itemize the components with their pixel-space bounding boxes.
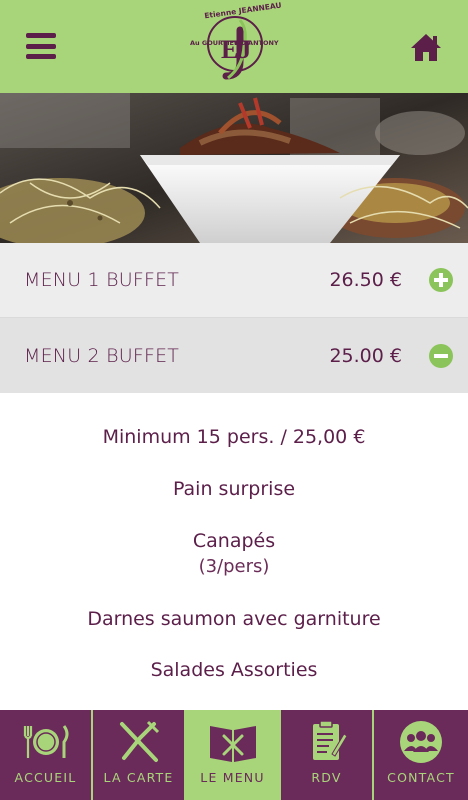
minimum-text: Minimum 15 pers. / 25,00 €	[102, 426, 366, 448]
nav-label: LA CARTE	[103, 770, 174, 785]
logo[interactable]: EJ Etienne JEANNEAU Au GOURMET D'ANTONY	[188, 1, 282, 84]
nav-label: RDV	[311, 770, 342, 785]
nav-la-carte[interactable]: LA CARTE	[93, 710, 186, 800]
bottom-nav: ACCUEIL LA CARTE LE MENU RDV CONTACT	[0, 710, 468, 800]
menu-item: Pain surprise	[172, 478, 296, 500]
contact-group-icon	[400, 721, 442, 763]
nav-contact[interactable]: CONTACT	[374, 710, 468, 800]
fork-knife-icon	[119, 720, 159, 762]
nav-label: CONTACT	[387, 770, 455, 785]
menu-book-icon	[209, 726, 256, 762]
nav-label: LE MENU	[200, 770, 265, 785]
menu-name: MENU 2 BUFFET	[24, 344, 180, 367]
menu-name: MENU 1 BUFFET	[24, 269, 180, 291]
menu-item: Darnes saumon avec garniture	[87, 608, 381, 630]
collapse-minus-icon[interactable]	[429, 343, 453, 368]
menu-row-menu-1[interactable]: MENU 1 BUFFET 26.50 €	[0, 243, 468, 318]
nav-accueil[interactable]: ACCUEIL	[0, 710, 93, 800]
menu-item: Salades Assorties	[150, 659, 318, 681]
home-icon[interactable]	[410, 32, 442, 62]
menu-item-note: (3/pers)	[198, 556, 270, 577]
hamburger-menu-icon[interactable]	[26, 33, 56, 59]
hero-food-photo	[0, 93, 468, 243]
nav-le-menu[interactable]: LE MENU	[186, 710, 281, 800]
menu-price: 25.00 €	[329, 344, 402, 367]
logo-subtitle: Au GOURMET D'ANTONY	[190, 39, 279, 47]
menu-item: Canapés	[192, 530, 276, 552]
plate-cutlery-icon	[23, 725, 68, 758]
expand-plus-icon[interactable]	[429, 268, 453, 292]
menu-row-menu-2[interactable]: MENU 2 BUFFET 25.00 €	[0, 318, 468, 393]
menu-price: 26.50 €	[329, 269, 402, 291]
app-header: EJ Etienne JEANNEAU Au GOURMET D'ANTONY	[0, 0, 468, 93]
nav-label: ACCUEIL	[14, 770, 77, 785]
clipboard-icon	[312, 720, 348, 760]
nav-rdv[interactable]: RDV	[281, 710, 374, 800]
menu-details: Minimum 15 pers. / 25,00 € Pain surprise…	[0, 393, 468, 710]
